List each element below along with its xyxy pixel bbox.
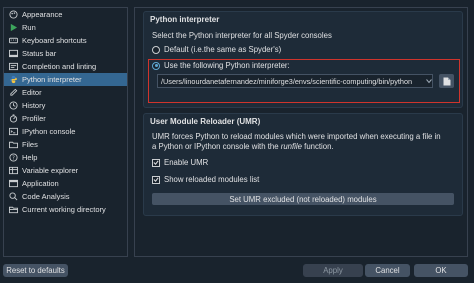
group-title: Python interpreter (150, 15, 220, 24)
umr-group: User Module Reloader (UMR) UMR forces Py… (143, 113, 463, 216)
sidebar-item-label: Help (22, 153, 38, 162)
file-icon (443, 77, 450, 85)
sidebar-item-current-working-directory[interactable]: Current working directory (4, 203, 127, 216)
play-icon (8, 23, 18, 33)
completion-icon (8, 62, 18, 72)
preferences-sidebar: Appearance Run Keyboard shortcuts Status… (3, 7, 128, 257)
help-icon: ? (8, 153, 18, 163)
sidebar-item-label: Profiler (22, 114, 46, 123)
reset-defaults-button[interactable]: Reset to defaults (3, 264, 68, 277)
application-icon (8, 179, 18, 189)
history-icon (8, 101, 18, 111)
sidebar-item-help[interactable]: ? Help (4, 151, 127, 164)
sidebar-item-code-analysis[interactable]: Code Analysis (4, 190, 127, 203)
console-icon (8, 127, 18, 137)
show-reloaded-option[interactable]: Show reloaded modules list (152, 175, 259, 184)
interpreter-description: Select the Python interpreter for all Sp… (152, 31, 332, 40)
palette-icon (8, 10, 18, 20)
folder-open-icon (8, 205, 18, 215)
sidebar-item-variable-explorer[interactable]: Variable explorer (4, 164, 127, 177)
sidebar-item-label: Files (22, 140, 38, 149)
custom-interpreter-label: Use the following Python interpreter: (164, 61, 290, 70)
cancel-button[interactable]: Cancel (365, 264, 410, 277)
sidebar-item-history[interactable]: History (4, 99, 127, 112)
default-interpreter-radio[interactable] (152, 45, 160, 54)
interpreter-path-input[interactable] (157, 74, 433, 88)
sidebar-item-label: Editor (22, 88, 42, 97)
sidebar-item-appearance[interactable]: Appearance (4, 8, 127, 21)
sidebar-item-label: History (22, 101, 46, 110)
group-title: User Module Reloader (UMR) (150, 117, 261, 126)
sidebar-item-label: Completion and linting (22, 62, 97, 71)
umr-description-line1: UMR forces Python to reload modules whic… (152, 132, 441, 141)
apply-button[interactable]: Apply (303, 264, 363, 277)
sidebar-item-label: Keyboard shortcuts (22, 36, 87, 45)
folder-icon (8, 140, 18, 150)
checkmark-icon (153, 177, 159, 182)
umr-description-line2: a Python or IPython console with the run… (152, 142, 334, 151)
keyboard-icon (8, 36, 18, 46)
sidebar-item-label: Appearance (22, 10, 63, 19)
sidebar-item-python-interpreter[interactable]: Python interpreter (4, 73, 127, 86)
custom-interpreter-radio[interactable] (152, 61, 160, 70)
sidebar-item-label: Current working directory (22, 205, 106, 214)
checkmark-icon (153, 160, 159, 165)
sidebar-item-label: Python interpreter (22, 75, 82, 84)
enable-umr-checkbox[interactable] (152, 158, 160, 167)
custom-interpreter-option[interactable]: Use the following Python interpreter: (152, 61, 290, 70)
sidebar-item-label: Status bar (22, 49, 57, 58)
sidebar-item-ipython-console[interactable]: IPython console (4, 125, 127, 138)
show-reloaded-checkbox[interactable] (152, 175, 160, 184)
default-interpreter-label: Default (i.e.the same as Spyder's) (164, 45, 282, 54)
enable-umr-option[interactable]: Enable UMR (152, 158, 208, 167)
sidebar-item-label: Run (22, 23, 36, 32)
settings-panel: Python interpreter Select the Python int… (134, 7, 468, 257)
ok-button[interactable]: OK (414, 264, 468, 277)
sidebar-item-label: IPython console (22, 127, 76, 136)
python-icon (8, 75, 18, 85)
variable-explorer-icon (8, 166, 18, 176)
chevron-down-icon[interactable] (425, 75, 433, 87)
sidebar-item-label: Application (22, 179, 59, 188)
custom-interpreter-highlight: Use the following Python interpreter: (148, 59, 460, 103)
default-interpreter-option[interactable]: Default (i.e.the same as Spyder's) (152, 45, 281, 54)
python-interpreter-group: Python interpreter Select the Python int… (143, 11, 463, 108)
profiler-icon (8, 114, 18, 124)
sidebar-item-run[interactable]: Run (4, 21, 127, 34)
enable-umr-label: Enable UMR (164, 158, 209, 167)
svg-text:?: ? (11, 155, 14, 161)
sidebar-item-label: Code Analysis (22, 192, 70, 201)
sidebar-item-keyboard-shortcuts[interactable]: Keyboard shortcuts (4, 34, 127, 47)
editor-icon (8, 88, 18, 98)
sidebar-item-completion-and-linting[interactable]: Completion and linting (4, 60, 127, 73)
sidebar-item-status-bar[interactable]: Status bar (4, 47, 127, 60)
sidebar-item-profiler[interactable]: Profiler (4, 112, 127, 125)
statusbar-icon (8, 49, 18, 59)
sidebar-item-editor[interactable]: Editor (4, 86, 127, 99)
code-analysis-icon (8, 192, 18, 202)
show-reloaded-label: Show reloaded modules list (164, 175, 260, 184)
sidebar-item-application[interactable]: Application (4, 177, 127, 190)
sidebar-item-label: Variable explorer (22, 166, 79, 175)
sidebar-item-files[interactable]: Files (4, 138, 127, 151)
set-umr-excluded-button[interactable]: Set UMR excluded (not reloaded) modules (152, 193, 454, 205)
browse-file-button[interactable] (439, 74, 454, 88)
